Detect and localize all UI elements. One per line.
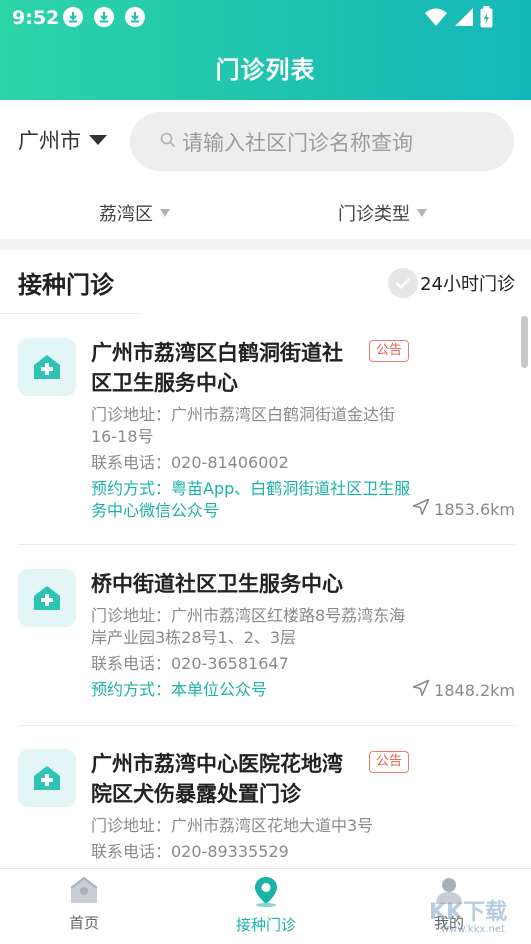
clinic-name: 桥中街道社区卫生服务中心 xyxy=(91,572,343,596)
tab-vaccination-clinics[interactable]: 接种门诊 xyxy=(206,875,326,935)
app-header: 9:52 门诊列表 xyxy=(0,0,531,100)
battery-charging-icon xyxy=(480,6,493,32)
section-title: 接种门诊 xyxy=(18,271,114,299)
district-filter-label: 荔湾区 xyxy=(99,204,153,225)
tab-home-label: 首页 xyxy=(68,914,99,932)
clinic-type-filter-label: 门诊类型 xyxy=(338,204,410,225)
check-icon xyxy=(388,268,419,298)
section-separator xyxy=(0,239,531,250)
watermark-text: KK下载 xyxy=(429,900,508,925)
divider xyxy=(0,313,140,314)
24h-clinic-label: 24小时门诊 xyxy=(420,274,515,295)
list-scrollbar[interactable] xyxy=(521,316,528,368)
triangle-down-icon xyxy=(160,209,170,217)
clinic-booking: 预约方式：粤苗App、白鹤洞街道社区卫生服务中心微信公众号 xyxy=(91,479,411,520)
district-filter[interactable]: 荔湾区 xyxy=(99,200,170,226)
distance-value: 1853.6km xyxy=(434,499,515,519)
clinic-distance: 1848.2km xyxy=(412,679,515,701)
notification-icons xyxy=(63,7,145,27)
home-icon xyxy=(68,875,100,909)
caret-down-icon xyxy=(89,135,107,145)
wifi-icon xyxy=(424,7,448,31)
clinic-distance: 1853.6km xyxy=(412,498,515,520)
clinic-address: 门诊地址：广州市荔湾区白鹤洞街道金达街16-18号 xyxy=(91,405,396,446)
distance-value: 1848.2km xyxy=(434,680,515,700)
clinic-name: 广州市荔湾区白鹤洞街道社区卫生服务中心 xyxy=(91,341,343,395)
download-icon xyxy=(63,7,83,27)
clinic-address: 门诊地址：广州市荔湾区花地大道中3号 xyxy=(91,816,374,835)
clinic-phone: 联系电话：020-89335529 xyxy=(91,842,289,861)
clinic-address: 门诊地址：广州市荔湾区红楼路8号荔湾东海岸产业园3栋28号1、2、3层 xyxy=(91,606,406,647)
page-title: 门诊列表 xyxy=(215,56,316,84)
clinic-type-filter[interactable]: 门诊类型 xyxy=(338,200,427,226)
clinic-booking: 预约方式：本单位公众号 xyxy=(91,680,268,699)
card-divider xyxy=(18,544,515,545)
clinic-phone: 联系电话：020-36581647 xyxy=(91,654,289,673)
download-icon xyxy=(94,7,114,27)
card-divider xyxy=(18,725,515,726)
search-placeholder: 请输入社区门诊名称查询 xyxy=(182,130,413,155)
triangle-down-icon xyxy=(417,209,427,217)
clinic-card[interactable]: 广州市荔湾区白鹤洞街道社区卫生服务中心 公告 门诊地址：广州市荔湾区白鹤洞街道金… xyxy=(18,338,515,546)
navigation-arrow-icon xyxy=(412,679,430,701)
clinic-icon xyxy=(18,569,76,627)
download-icon xyxy=(125,7,145,27)
clinic-icon xyxy=(18,338,76,396)
navigation-arrow-icon xyxy=(412,498,430,520)
city-selector[interactable]: 广州市 xyxy=(18,125,107,155)
notice-badge[interactable]: 公告 xyxy=(369,340,410,362)
clinic-card[interactable]: 桥中街道社区卫生服务中心 门诊地址：广州市荔湾区红楼路8号荔湾东海岸产业园3栋2… xyxy=(18,569,515,727)
search-icon xyxy=(160,132,176,152)
tab-vaccination-clinics-label: 接种门诊 xyxy=(235,916,296,934)
watermark-logo: KK下载 www.kkx.net xyxy=(415,886,525,940)
status-time: 9:52 xyxy=(12,7,60,29)
24h-clinic-toggle[interactable]: 24小时门诊 xyxy=(388,268,515,298)
tab-home[interactable]: 首页 xyxy=(24,875,144,933)
notice-badge[interactable]: 公告 xyxy=(369,751,410,773)
watermark-url: www.kkx.net xyxy=(441,924,505,935)
city-label: 广州市 xyxy=(18,129,81,153)
search-input[interactable]: 请输入社区门诊名称查询 xyxy=(130,112,514,171)
system-status-icons xyxy=(424,6,493,32)
signal-icon xyxy=(454,7,474,31)
clinic-icon xyxy=(18,749,76,807)
clinic-card[interactable]: 广州市荔湾中心医院花地湾院区犬伤暴露处置门诊 公告 门诊地址：广州市荔湾区花地大… xyxy=(18,749,515,867)
location-pin-icon xyxy=(250,875,282,911)
clinic-phone: 联系电话：020-81406002 xyxy=(91,453,289,472)
clinic-name: 广州市荔湾中心医院花地湾院区犬伤暴露处置门诊 xyxy=(91,752,343,806)
